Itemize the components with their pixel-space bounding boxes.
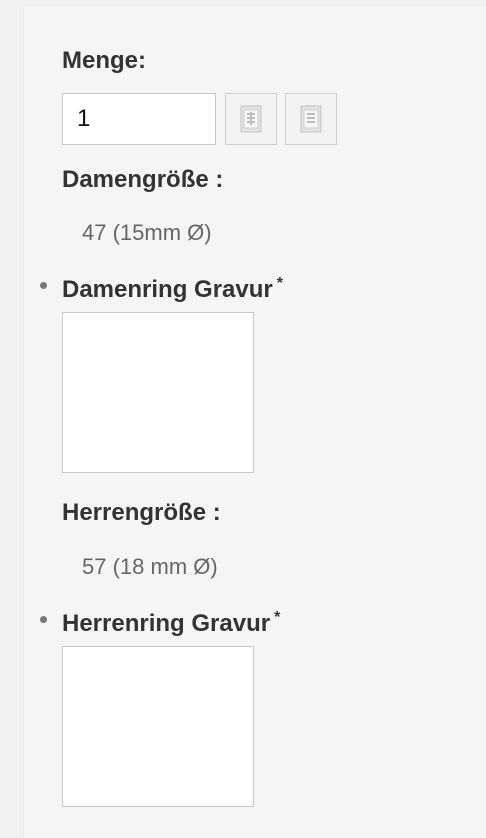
ladies-size-value: 47 (15mm Ø) — [82, 220, 212, 245]
mens-engraving-label: Herrenring Gravur — [62, 610, 271, 637]
quantity-decrease-button[interactable] — [285, 93, 337, 145]
mens-engraving-bullet — [40, 616, 47, 623]
ladies-engraving-bullet — [40, 282, 47, 289]
minus-icon — [300, 105, 322, 133]
plus-icon — [240, 105, 262, 133]
ladies-engraving-label-row: Damenring Gravur * — [62, 270, 283, 304]
quantity-label: Menge: — [62, 47, 146, 74]
mens-engraving-textarea[interactable] — [62, 646, 254, 807]
quantity-input[interactable] — [62, 93, 216, 145]
required-marker: * — [274, 609, 281, 626]
required-marker: * — [276, 275, 283, 292]
mens-engraving-label-row: Herrenring Gravur * — [62, 604, 280, 638]
quantity-increase-button[interactable] — [225, 93, 277, 145]
mens-size-value: 57 (18 mm Ø) — [82, 554, 218, 579]
mens-size-label: Herrengröße : — [62, 499, 221, 526]
ladies-engraving-label: Damenring Gravur — [62, 276, 273, 303]
ladies-engraving-textarea[interactable] — [62, 312, 254, 473]
ladies-size-label: Damengröße : — [62, 166, 224, 193]
